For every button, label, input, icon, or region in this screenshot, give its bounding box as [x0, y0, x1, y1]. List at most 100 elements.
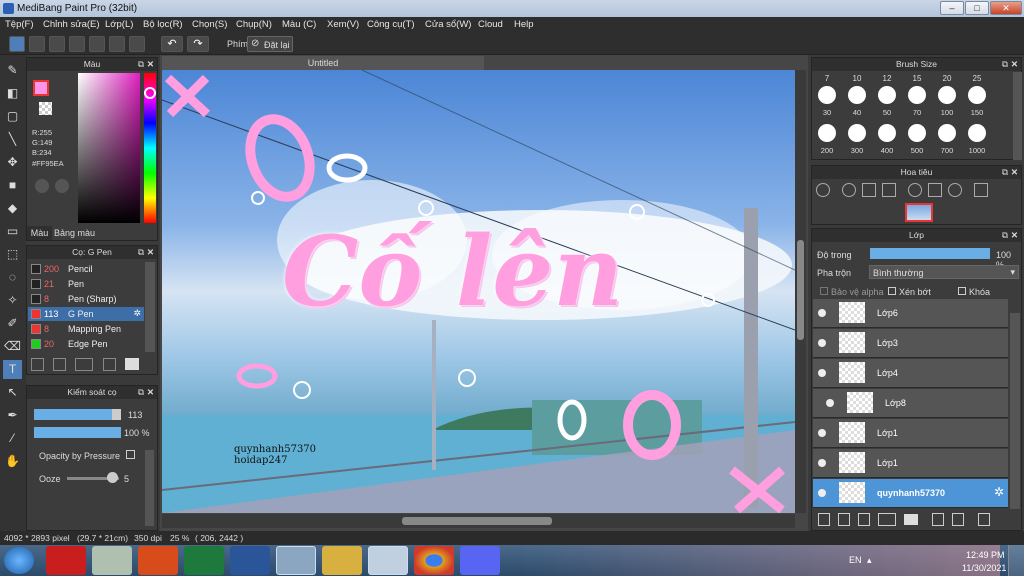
fit-icon[interactable] — [862, 183, 876, 197]
operation-icon[interactable]: ↖ — [3, 383, 22, 402]
brush-settings-icon[interactable] — [103, 358, 116, 371]
select-icon[interactable]: ⬚ — [3, 245, 22, 264]
rotate-right-icon[interactable] — [948, 183, 962, 197]
eyedropper-icon[interactable]: ✒ — [3, 406, 22, 425]
hue-handle[interactable] — [144, 87, 156, 99]
popout-icon[interactable]: ⧉ — [138, 246, 144, 259]
layer-menu-icon[interactable] — [878, 513, 896, 526]
selection-pen-icon[interactable]: ✐ — [3, 314, 22, 333]
layer-row[interactable]: quynhanh57370 ✲ — [813, 479, 1008, 508]
maximize-button[interactable]: □ — [965, 1, 989, 15]
brush-size-dot[interactable] — [848, 86, 866, 104]
app-icon[interactable] — [92, 546, 132, 575]
gear-icon[interactable]: ✲ — [994, 485, 1004, 499]
brush-item[interactable]: 21 Pen — [28, 277, 144, 291]
gradient-icon[interactable]: ▭ — [3, 222, 22, 241]
menu-item[interactable]: Xem(V) — [327, 19, 359, 30]
close-icon[interactable]: ✕ — [147, 58, 154, 71]
new-brush-icon[interactable] — [53, 358, 66, 371]
clock-time[interactable]: 12:49 PM — [966, 550, 1005, 560]
blend-mode-select[interactable]: Bình thường ▾ — [869, 265, 1019, 279]
list-icon[interactable] — [109, 36, 125, 52]
eye-icon[interactable] — [826, 399, 834, 407]
close-icon[interactable]: ✕ — [147, 246, 154, 259]
vertical-scroll-thumb[interactable] — [797, 240, 804, 340]
foreground-color-swatch[interactable] — [33, 80, 49, 96]
brush-control-scrollbar[interactable] — [145, 450, 154, 526]
eye-icon[interactable] — [818, 339, 826, 347]
acrobat-icon[interactable] — [46, 546, 86, 575]
start-button[interactable] — [4, 547, 34, 574]
explorer-icon[interactable] — [322, 546, 362, 575]
canvas[interactable]: Cố lên quynhanh57370 hoidap247 — [162, 70, 795, 513]
popout-icon[interactable]: ⧉ — [138, 58, 144, 71]
popout-icon[interactable]: ⧉ — [1002, 229, 1008, 242]
brush-size-scrollbar[interactable] — [1013, 72, 1022, 160]
brush-size-dot[interactable] — [938, 124, 956, 142]
layer-row[interactable]: Lớp6 — [813, 299, 1008, 328]
page-icon[interactable] — [89, 36, 105, 52]
menu-item[interactable]: Chụp(N) — [236, 19, 272, 30]
eye-icon[interactable] — [818, 489, 826, 497]
excel-icon[interactable] — [184, 546, 224, 575]
layer-row[interactable]: Lớp3 — [813, 329, 1008, 358]
close-icon[interactable]: ✕ — [147, 386, 154, 399]
powerpoint-icon[interactable] — [138, 546, 178, 575]
rectangle-icon[interactable]: ▢ — [3, 107, 22, 126]
undo-icon[interactable]: ↶ — [161, 36, 183, 52]
duplicate-layer-icon[interactable] — [932, 513, 944, 526]
zoom-out-icon[interactable] — [842, 183, 856, 197]
layer-row[interactable]: Lớp4 — [813, 359, 1008, 388]
menu-item[interactable]: Chọn(S) — [192, 19, 227, 30]
menu-item[interactable]: Tệp(F) — [5, 19, 34, 30]
brush-size-dot[interactable] — [848, 124, 866, 142]
discord-icon[interactable] — [460, 546, 500, 575]
flip-icon[interactable] — [928, 183, 942, 197]
new-layer-8bit-icon[interactable] — [838, 513, 850, 526]
text-icon[interactable]: T — [3, 360, 22, 379]
close-button[interactable]: ✕ — [990, 1, 1022, 15]
language-indicator[interactable]: EN — [849, 555, 862, 565]
brush-size-dot[interactable] — [818, 86, 836, 104]
ooze-handle[interactable] — [107, 472, 118, 483]
menu-item[interactable]: Chỉnh sửa(E) — [43, 19, 100, 30]
merge-layer-icon[interactable] — [952, 513, 964, 526]
new-layer-1bit-icon[interactable] — [858, 513, 870, 526]
brush-icon[interactable]: ✎ — [3, 61, 22, 80]
reset-view-icon[interactable] — [974, 183, 988, 197]
line-icon[interactable]: ╲ — [3, 130, 22, 149]
protect-alpha-checkbox[interactable] — [820, 287, 828, 295]
eye-icon[interactable] — [818, 429, 826, 437]
hand-icon[interactable]: ✋ — [3, 452, 22, 471]
tab-palette[interactable]: Bảng màu — [52, 226, 97, 240]
brush-item[interactable]: 8 Mapping Pen — [28, 322, 144, 336]
menu-item[interactable]: Bộ lọc(R) — [143, 19, 183, 30]
chrome-icon[interactable] — [414, 546, 454, 575]
brush-item[interactable]: 113 G Pen ✲ — [28, 307, 144, 321]
rotate-left-icon[interactable] — [908, 183, 922, 197]
gear-icon[interactable]: ✲ — [133, 308, 141, 319]
palette-icon[interactable] — [35, 179, 49, 193]
eraser-icon[interactable]: ◧ — [3, 84, 22, 103]
brush-size-dot[interactable] — [968, 86, 986, 104]
clock-date[interactable]: 11/30/2021 — [962, 563, 1006, 573]
actual-size-icon[interactable] — [882, 183, 896, 197]
brush-menu-icon[interactable] — [75, 358, 93, 371]
brush-size-dot[interactable] — [818, 124, 836, 142]
redo-icon[interactable]: ↷ — [187, 36, 209, 52]
layer-row[interactable]: Lớp1 — [813, 449, 1008, 478]
brush-scrollbar[interactable] — [145, 262, 155, 352]
lock-checkbox[interactable] — [958, 287, 966, 295]
fill-rect-icon[interactable]: ■ — [3, 176, 22, 195]
chevron-up-icon[interactable]: ▴ — [867, 555, 872, 566]
magic-wand-icon[interactable]: ✧ — [3, 291, 22, 310]
background-color-swatch[interactable] — [39, 102, 52, 115]
layer-scrollbar[interactable] — [1010, 313, 1020, 509]
eye-icon[interactable] — [818, 369, 826, 377]
close-icon[interactable]: ✕ — [1011, 58, 1018, 71]
share-icon[interactable] — [29, 36, 45, 52]
popout-icon[interactable]: ⧉ — [1002, 166, 1008, 179]
stabilizer-icon[interactable] — [9, 36, 25, 52]
brush-size-dot[interactable] — [908, 124, 926, 142]
folder-icon[interactable] — [904, 514, 918, 525]
